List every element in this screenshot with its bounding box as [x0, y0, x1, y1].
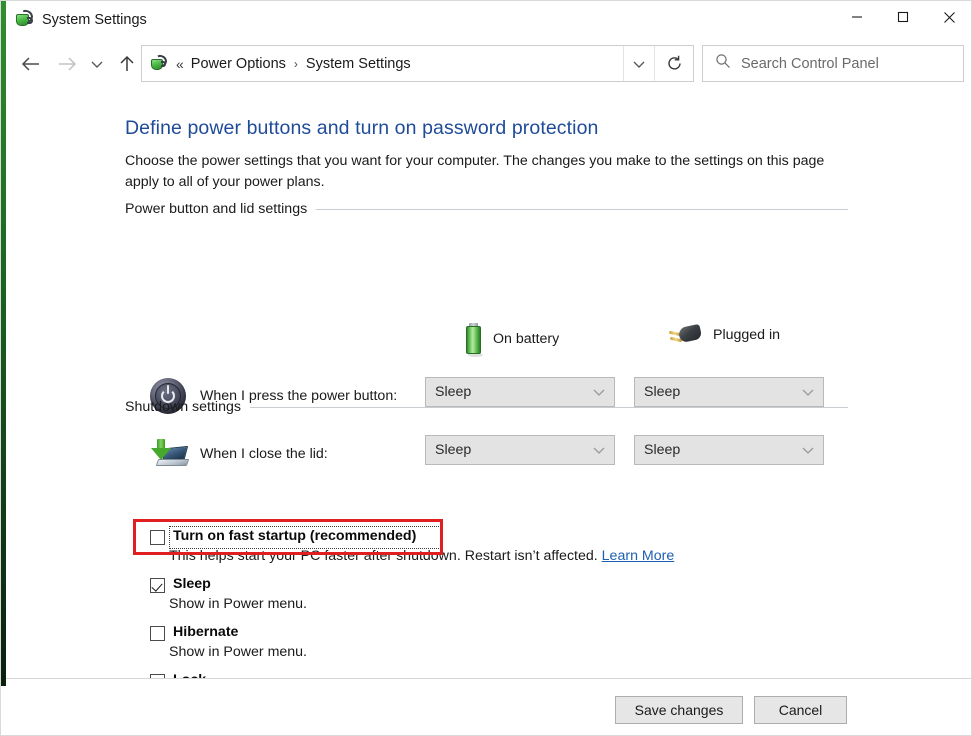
description-text: This helps start your PC faster after sh… [169, 548, 598, 564]
address-bar[interactable]: « Power Options › System Settings [141, 45, 694, 82]
dropdown-value: Sleep [644, 442, 680, 458]
dropdown-value: Sleep [435, 442, 471, 458]
breadcrumb-separator-icon: › [294, 57, 298, 71]
control-panel-icon [14, 10, 34, 30]
setting-label-close-lid: When I close the lid: [200, 446, 328, 462]
control-panel-icon [150, 55, 168, 73]
address-dropdown-chevron-down-icon[interactable] [623, 46, 653, 81]
focus-outline-fast-startup [169, 526, 441, 549]
section-header-shutdown: Shutdown settings [125, 399, 848, 415]
system-settings-window: System Settings [0, 0, 972, 736]
laptop-lid-icon [148, 435, 188, 475]
description-hibernate: Show in Power menu. [169, 644, 307, 660]
breadcrumb-power-options[interactable]: Power Options [191, 56, 286, 72]
checkbox-fast-startup[interactable] [150, 530, 165, 545]
column-header-on-battery: On battery [465, 323, 559, 355]
window-title: System Settings [42, 13, 147, 28]
title-bar: System Settings [6, 1, 972, 39]
breadcrumb-system-settings[interactable]: System Settings [306, 56, 411, 72]
page-title: Define power buttons and turn on passwor… [125, 117, 599, 140]
description-sleep: Show in Power menu. [169, 596, 307, 612]
checkbox-label-sleep: Sleep [173, 576, 211, 592]
chevron-down-icon [593, 436, 605, 464]
minimize-button[interactable] [834, 1, 880, 33]
dropdown-close-lid-plugged-in[interactable]: Sleep [634, 435, 824, 465]
chevron-down-icon [802, 436, 814, 464]
learn-more-link[interactable]: Learn More [602, 548, 675, 564]
column-label-plugged-in: Plugged in [713, 327, 780, 343]
column-label-on-battery: On battery [493, 331, 559, 347]
dropdown-value: Sleep [644, 384, 680, 400]
window-controls [834, 1, 972, 33]
search-icon [715, 53, 731, 74]
search-input[interactable]: Search Control Panel [741, 56, 879, 72]
breadcrumb-overflow-icon[interactable]: « [176, 56, 184, 72]
content-area: Define power buttons and turn on passwor… [6, 89, 972, 672]
recent-locations-chevron-down-icon[interactable] [86, 49, 108, 79]
checkbox-sleep[interactable] [150, 578, 165, 593]
close-button[interactable] [926, 1, 972, 33]
refresh-icon[interactable] [654, 46, 693, 81]
checkbox-hibernate[interactable] [150, 626, 165, 641]
section-header-power: Power button and lid settings [125, 201, 848, 217]
section-label-power: Power button and lid settings [125, 201, 316, 217]
checkbox-label-hibernate: Hibernate [173, 624, 238, 640]
dropdown-close-lid-on-battery[interactable]: Sleep [425, 435, 615, 465]
section-label-shutdown: Shutdown settings [125, 399, 250, 415]
dropdown-value: Sleep [435, 384, 471, 400]
section-rule [316, 209, 848, 210]
back-button[interactable] [16, 49, 46, 79]
description-fast-startup: This helps start your PC faster after sh… [169, 548, 674, 564]
section-rule [250, 407, 848, 408]
cancel-button[interactable]: Cancel [754, 696, 847, 724]
battery-icon [465, 323, 482, 355]
column-header-plugged-in: Plugged in [668, 323, 780, 347]
search-control-panel-box[interactable]: Search Control Panel [702, 45, 964, 82]
footer-bar: Save changes Cancel [6, 679, 972, 736]
maximize-button[interactable] [880, 1, 926, 33]
page-description: Choose the power settings that you want … [125, 151, 830, 193]
forward-button [52, 49, 82, 79]
save-changes-button[interactable]: Save changes [615, 696, 743, 724]
plug-icon [668, 323, 702, 347]
up-button[interactable] [114, 49, 140, 79]
setting-row-close-lid: When I close the lid: Sleep Sleep [125, 435, 848, 475]
